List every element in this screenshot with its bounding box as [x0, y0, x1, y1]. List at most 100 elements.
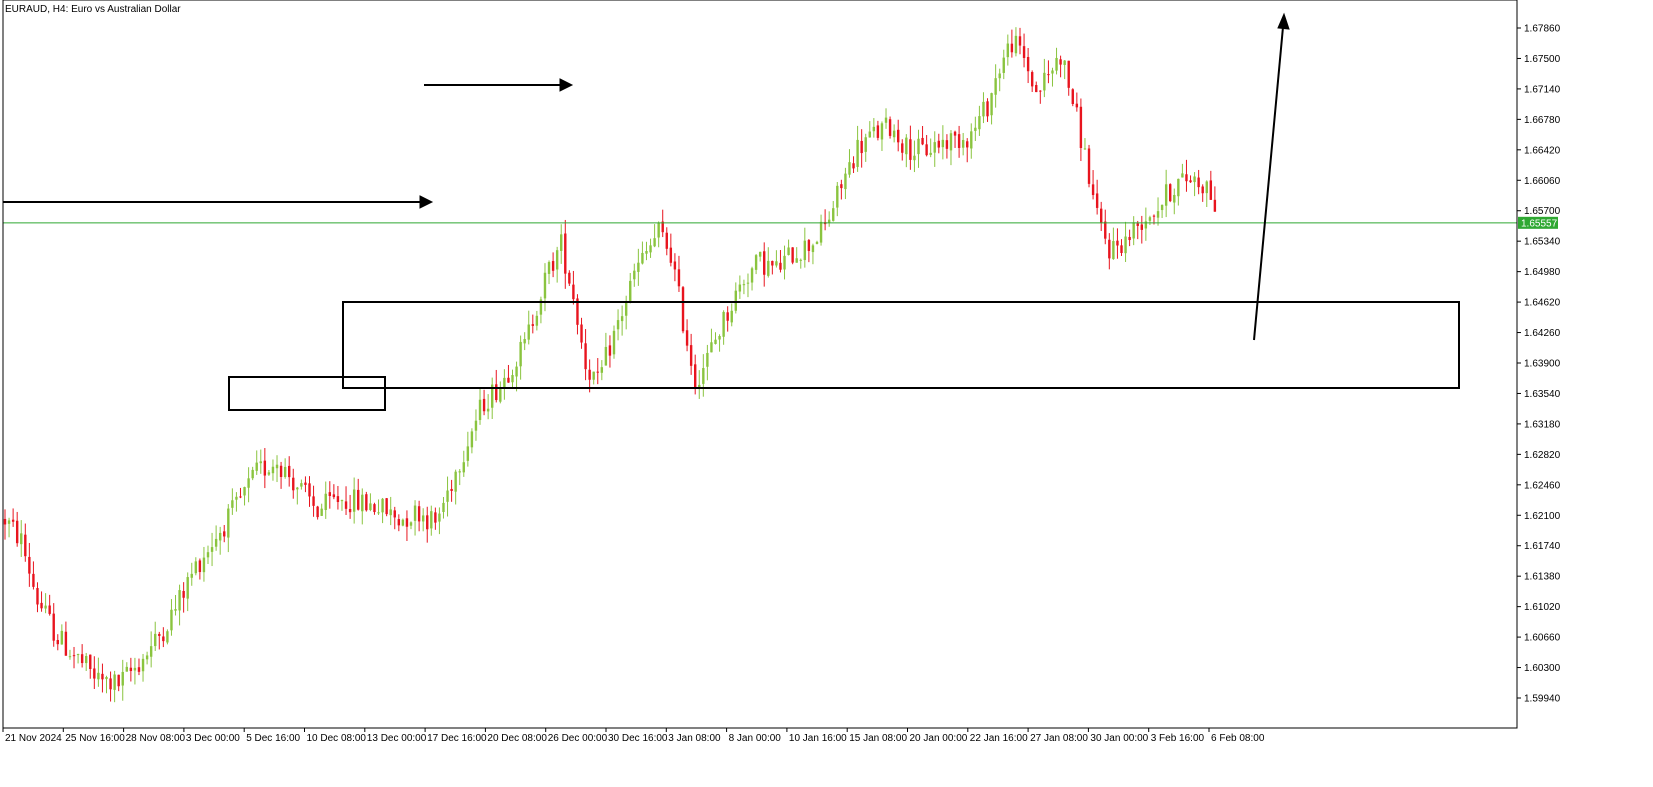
candle-bull: [462, 462, 465, 473]
candle-bear: [1075, 103, 1079, 108]
candle-bear: [677, 269, 681, 287]
candle-bull: [722, 311, 725, 337]
candle-bull: [645, 250, 648, 254]
candle-bear: [953, 131, 957, 136]
candle-bear: [263, 460, 267, 476]
candle-bull: [738, 284, 742, 292]
candle-bull: [154, 633, 157, 647]
candle-bear: [405, 518, 409, 527]
candle-bull: [20, 533, 23, 545]
candle-bear: [909, 139, 912, 160]
candle-bear: [137, 667, 141, 672]
candle-bull: [844, 173, 847, 190]
candle-bull: [381, 498, 384, 513]
candle-bull: [413, 505, 417, 521]
candle-bull: [783, 255, 786, 270]
candle-bull: [815, 241, 819, 244]
candle-bull: [1181, 173, 1184, 178]
candle-bull: [166, 631, 169, 643]
candle-bear: [807, 240, 811, 251]
x-tick-label: 30 Jan 00:00: [1090, 733, 1148, 744]
candle-bull: [7, 520, 11, 524]
candle-bull: [1173, 194, 1176, 203]
candle-bull: [320, 508, 323, 516]
candle-bull: [1063, 60, 1066, 65]
y-tick-label: 1.67500: [1524, 54, 1561, 65]
candle-bull: [560, 234, 563, 251]
candle-bear: [292, 477, 295, 491]
candle-bear: [1047, 74, 1050, 76]
candle-bear: [1152, 215, 1156, 217]
candle-bear: [52, 613, 55, 641]
candle-bear: [531, 324, 534, 326]
candle-bear: [564, 233, 567, 274]
candle-bull: [604, 346, 608, 366]
candle-bear: [1185, 174, 1188, 182]
candle-bull: [742, 284, 746, 286]
candle-bull: [730, 310, 733, 323]
candle-bear: [64, 631, 68, 656]
candle-bull: [754, 255, 758, 270]
candle-bear: [89, 654, 92, 669]
candle-bear: [80, 654, 84, 664]
x-tick-label: 21 Nov 2024: [5, 733, 62, 744]
candle-bear: [1209, 180, 1213, 200]
candle-bull: [917, 138, 920, 155]
y-tick-label: 1.64980: [1524, 267, 1561, 278]
candle-bear: [1116, 240, 1119, 246]
candle-bull: [892, 130, 896, 138]
candle-bull: [186, 577, 189, 599]
candle-bear: [48, 605, 51, 614]
candle-bull: [702, 368, 705, 384]
candle-bear: [1067, 60, 1070, 88]
x-tick-label: 26 Dec 00:00: [548, 733, 608, 744]
candle-bear: [685, 330, 689, 346]
y-tick-label: 1.60300: [1524, 663, 1561, 674]
candle-bull: [231, 500, 234, 508]
y-axis: 1.67860 1.67500 1.67140 1.66780 1.66420 1.660…: [1517, 24, 1561, 705]
candle-bull: [982, 101, 985, 117]
candle-bear: [771, 260, 774, 266]
x-tick-label: 13 Dec 00:00: [367, 733, 427, 744]
candle-bull: [787, 247, 790, 256]
candle-bull: [210, 547, 214, 552]
candle-bull: [880, 123, 884, 140]
candle-bear: [572, 284, 575, 300]
candle-bull: [884, 117, 888, 123]
candle-bull: [141, 658, 145, 672]
candle-bear: [40, 602, 43, 609]
candle-bull: [178, 590, 181, 611]
candle-bull: [190, 573, 193, 578]
candle-bull: [1083, 148, 1087, 150]
y-tick-label: 1.63900: [1524, 359, 1561, 370]
candle-bear: [840, 184, 843, 189]
candle-bear: [1030, 72, 1034, 87]
candle-bear: [1079, 106, 1083, 148]
candle-bull: [555, 250, 559, 270]
candle-bear: [921, 137, 924, 145]
candle-bear: [304, 482, 307, 485]
candle-bear: [417, 506, 421, 522]
candle-bull: [832, 208, 835, 221]
candle-bull: [929, 152, 932, 155]
candle-bear: [1108, 239, 1111, 259]
candle-bear: [158, 633, 161, 636]
x-tick-label: 8 Jan 00:00: [729, 733, 782, 744]
current-price-tag: 1.65557: [1518, 216, 1558, 229]
candle-bear: [1128, 236, 1131, 241]
candle-bear: [1095, 193, 1099, 208]
candle-bull: [1006, 43, 1010, 58]
candle-bull: [113, 674, 116, 690]
candle-bull: [44, 605, 47, 609]
candle-bull: [543, 272, 547, 299]
candle-bear: [925, 144, 928, 156]
candle-bear: [694, 364, 697, 388]
candle-bull: [811, 245, 815, 253]
candle-bull: [105, 677, 108, 680]
candle-bear: [393, 510, 396, 518]
candle-bear: [966, 141, 969, 148]
x-tick-label: 6 Feb 08:00: [1211, 733, 1265, 744]
x-tick-label: 20 Jan 00:00: [910, 733, 968, 744]
candle-bull: [267, 472, 271, 475]
x-tick-label: 3 Dec 00:00: [186, 733, 240, 744]
